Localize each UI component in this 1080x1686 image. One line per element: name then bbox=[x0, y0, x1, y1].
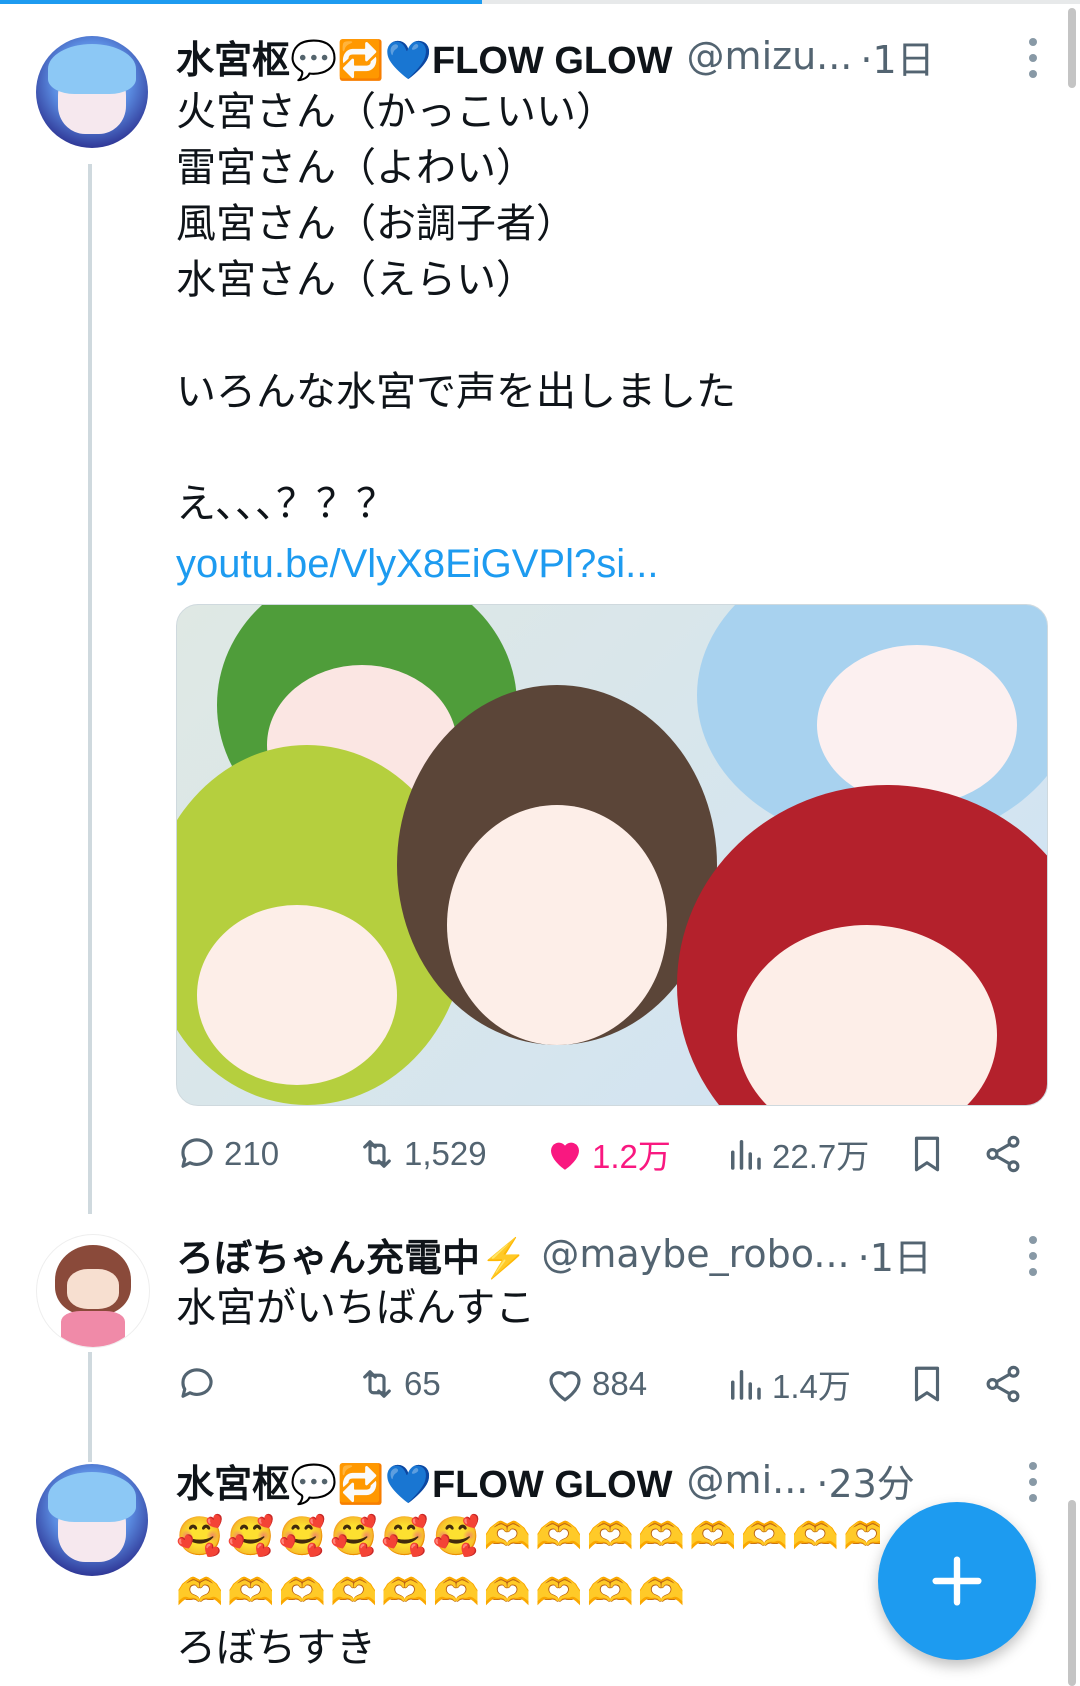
heart-icon bbox=[551, 1142, 579, 1170]
tweet-line: ろぼちすき bbox=[176, 1625, 376, 1671]
bookmark-icon bbox=[914, 1366, 940, 1402]
tweet-header: 水宮枢💬🔁💙FLOW GLOW @mizu... ·1日 bbox=[176, 28, 1030, 84]
views-icon bbox=[731, 1370, 761, 1400]
timestamp[interactable]: ·1日 bbox=[860, 29, 934, 84]
tweet-text: 🥰🥰🥰🥰🥰🥰🫶🫶🫶🫶🫶🫶🫶🫶 🫶🫶🫶🫶🫶🫶🫶🫶🫶🫶 ろぼちすき bbox=[176, 1508, 880, 1676]
tweet-actions: 65 884 1.4万 bbox=[176, 1354, 1036, 1414]
tweet-actions: 210 1,529 1.2万 22.7万 bbox=[176, 1124, 1036, 1184]
like-button[interactable]: 884 bbox=[544, 1354, 647, 1414]
retweet-count: 1,529 bbox=[404, 1135, 487, 1172]
views-count: 22.7万 bbox=[772, 1138, 870, 1175]
reply-icon bbox=[181, 1368, 213, 1398]
tweet-header: 水宮枢💬🔁💙FLOW GLOW @mi... ·23分 bbox=[176, 1452, 920, 1508]
tweet-text: 火宮さん（かっこいい） 雷宮さん（よわい） 風宮さん（お調子者） 水宮さん（えら… bbox=[176, 84, 1040, 592]
bookmark-button[interactable] bbox=[906, 1354, 954, 1414]
avatar[interactable] bbox=[36, 36, 148, 148]
more-options-icon[interactable] bbox=[1026, 1462, 1040, 1502]
display-name[interactable]: 水宮枢💬🔁💙FLOW GLOW bbox=[176, 29, 673, 84]
tweet-line: 🫶🫶🫶🫶🫶🫶🫶🫶🫶🫶 bbox=[176, 1570, 690, 1614]
tweet-line bbox=[176, 308, 1040, 364]
retweet-count: 65 bbox=[404, 1365, 441, 1402]
timestamp[interactable]: ·23分 bbox=[816, 1453, 914, 1508]
tweet-line: 火宮さん（かっこいい） bbox=[176, 89, 616, 135]
avatar[interactable] bbox=[36, 1234, 150, 1348]
avatar-detail bbox=[61, 1311, 125, 1347]
media-thumbnail[interactable] bbox=[176, 604, 1048, 1106]
tweet-line: いろんな水宮で声を出しました bbox=[176, 369, 736, 415]
tweet-line: 🥰🥰🥰🥰🥰🥰🫶🫶🫶🫶🫶🫶🫶🫶 bbox=[176, 1514, 880, 1558]
bookmark-icon bbox=[914, 1136, 940, 1172]
like-count: 1.2万 bbox=[592, 1138, 671, 1175]
display-name[interactable]: 水宮枢💬🔁💙FLOW GLOW bbox=[176, 1453, 673, 1508]
tweet-text: 水宮がいちばんすこ bbox=[176, 1280, 1040, 1336]
character-face bbox=[817, 645, 1017, 805]
compose-button[interactable] bbox=[878, 1502, 1036, 1660]
share-icon bbox=[986, 1365, 1020, 1403]
tweet[interactable]: ろぼちゃん充電中⚡ @maybe_robo... ·1日 水宮がいちばんすこ 6… bbox=[0, 1220, 1080, 1420]
tweet-line: 水宮がいちばんすこ bbox=[176, 1285, 536, 1331]
more-options-icon[interactable] bbox=[1026, 38, 1040, 78]
avatar[interactable] bbox=[36, 1464, 148, 1576]
like-button[interactable]: 1.2万 bbox=[544, 1124, 671, 1184]
reply-button[interactable] bbox=[176, 1354, 224, 1414]
views-icon bbox=[731, 1140, 761, 1170]
reply-count: 210 bbox=[224, 1135, 280, 1172]
bookmark-button[interactable] bbox=[906, 1124, 954, 1184]
tweet-header: ろぼちゃん充電中⚡ @maybe_robo... ·1日 bbox=[176, 1226, 1030, 1282]
tweet[interactable]: 水宮枢💬🔁💙FLOW GLOW @mizu... ·1日 火宮さん（かっこいい）… bbox=[0, 0, 1080, 1200]
user-handle[interactable]: @mi... bbox=[687, 1458, 809, 1502]
timestamp[interactable]: ·1日 bbox=[858, 1227, 932, 1282]
tweet-line: 風宮さん（お調子者） bbox=[176, 201, 576, 247]
more-options-icon[interactable] bbox=[1026, 1236, 1040, 1276]
share-button[interactable] bbox=[982, 1354, 1030, 1414]
views-button[interactable]: 1.4万 bbox=[724, 1354, 851, 1414]
character-face bbox=[197, 905, 397, 1085]
tweet-line bbox=[176, 420, 1040, 476]
tweet-line: え､､､？？？ bbox=[176, 481, 396, 527]
display-name[interactable]: ろぼちゃん充電中⚡ bbox=[176, 1227, 527, 1282]
retweet-button[interactable]: 65 bbox=[356, 1354, 441, 1414]
heart-icon bbox=[549, 1371, 581, 1402]
retweet-icon bbox=[363, 1370, 391, 1398]
character-face bbox=[447, 805, 667, 1045]
like-count: 884 bbox=[592, 1365, 648, 1402]
views-count: 1.4万 bbox=[772, 1368, 851, 1405]
user-handle[interactable]: @maybe_robo... bbox=[541, 1232, 849, 1276]
retweet-button[interactable]: 1,529 bbox=[356, 1124, 487, 1184]
tweet-link[interactable]: youtu.be/VlyX8EiGVPl?si... bbox=[176, 542, 658, 586]
reply-button[interactable]: 210 bbox=[176, 1124, 279, 1184]
views-button[interactable]: 22.7万 bbox=[724, 1124, 869, 1184]
share-icon bbox=[986, 1135, 1020, 1173]
tweet-line: 水宮さん（えらい） bbox=[176, 257, 536, 303]
reply-icon bbox=[181, 1138, 213, 1168]
user-handle[interactable]: @mizu... bbox=[687, 34, 853, 78]
retweet-icon bbox=[363, 1140, 391, 1168]
tweet-line: 雷宮さん（よわい） bbox=[176, 145, 536, 191]
plus-icon bbox=[932, 1556, 982, 1606]
share-button[interactable] bbox=[982, 1124, 1030, 1184]
